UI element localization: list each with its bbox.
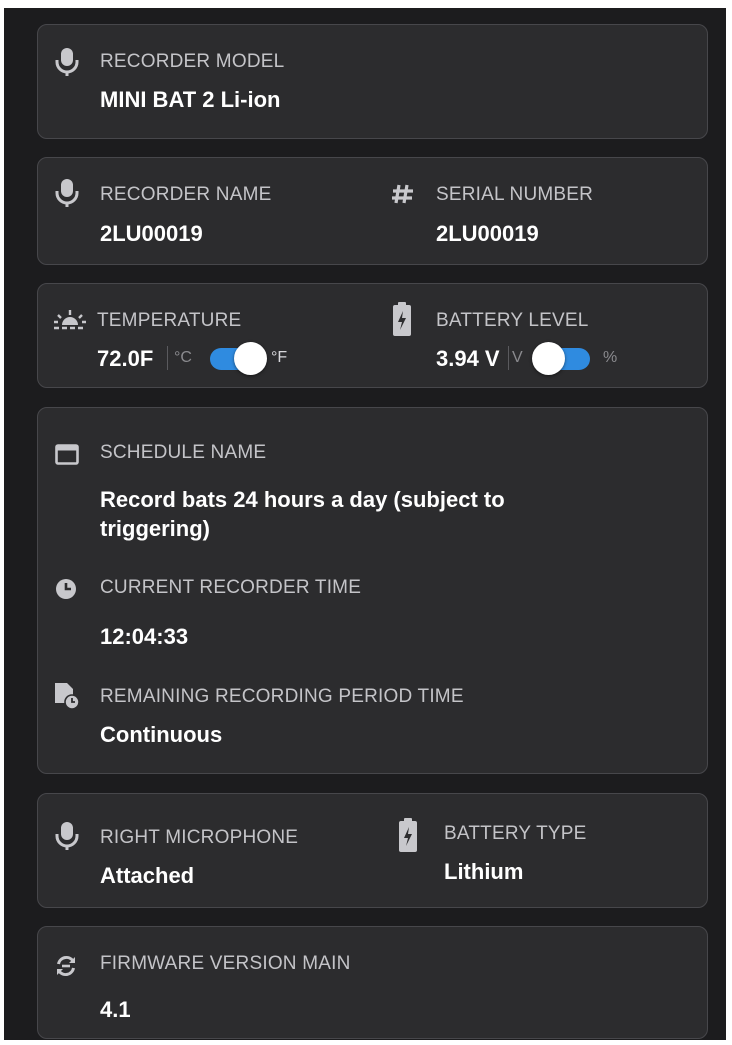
battery-unit-toggle[interactable]: [532, 342, 590, 375]
temperature-unit-toggle[interactable]: [210, 342, 267, 375]
current-time-label: CURRENT RECORDER TIME: [100, 577, 362, 598]
temperature-label: TEMPERATURE: [97, 310, 242, 331]
unit-separator: [508, 346, 509, 370]
battery-level-value: 3.94 V: [436, 346, 500, 371]
battery-type-value: Lithium: [444, 859, 524, 884]
temperature-unit-celsius[interactable]: °C: [174, 349, 192, 367]
right-microphone-label: RIGHT MICROPHONE: [100, 827, 299, 848]
battery-charging-icon: [399, 818, 417, 852]
sync-icon: [57, 955, 75, 977]
battery-unit-percent[interactable]: %: [603, 349, 617, 367]
microphone-icon: [55, 179, 79, 207]
temperature-value: 72.0F: [97, 346, 154, 371]
clock-icon: [56, 579, 76, 599]
microphone-icon: [55, 48, 79, 76]
hardware-card: RIGHT MICROPHONE Attached BATTERY TYPE L…: [37, 793, 708, 908]
right-microphone-value: Attached: [100, 863, 195, 888]
recorder-model-label: RECORDER MODEL: [100, 51, 285, 72]
toggle-knob: [532, 342, 565, 375]
toggle-knob: [234, 342, 267, 375]
sunrise-icon: [54, 310, 86, 330]
sensor-card: TEMPERATURE 72.0F °C °F BATTERY LEVEL 3.…: [37, 283, 708, 388]
recorder-name-value: 2LU00019: [100, 221, 203, 246]
remaining-time-value: Continuous: [100, 722, 223, 747]
schedule-name-value: Record bats 24 hours a day (subject to t…: [100, 487, 505, 541]
current-time-value: 12:04:33: [100, 624, 189, 649]
schedule-card: SCHEDULE NAME Record bats 24 hours a day…: [37, 407, 708, 774]
firmware-value: 4.1: [100, 997, 131, 1022]
schedule-name-label: SCHEDULE NAME: [100, 442, 267, 463]
temperature-unit-fahrenheit[interactable]: °F: [271, 349, 287, 367]
battery-type-label: BATTERY TYPE: [444, 823, 587, 844]
recorder-model-card: RECORDER MODEL MINI BAT 2 Li-ion: [37, 24, 708, 139]
serial-number-label: SERIAL NUMBER: [436, 184, 594, 205]
battery-charging-icon: [393, 302, 411, 336]
unit-separator: [167, 346, 168, 370]
remaining-time-label: REMAINING RECORDING PERIOD TIME: [100, 686, 464, 707]
serial-number-value: 2LU00019: [436, 221, 539, 246]
firmware-label: FIRMWARE VERSION MAIN: [100, 953, 351, 974]
recorder-model-value: MINI BAT 2 Li-ion: [100, 87, 281, 112]
microphone-icon: [55, 822, 79, 850]
calendar-icon: [55, 444, 79, 465]
recorder-identity-card: RECORDER NAME 2LU00019 SERIAL NUMBER 2LU…: [37, 157, 708, 265]
hashtag-icon: [392, 184, 413, 204]
battery-level-label: BATTERY LEVEL: [436, 310, 589, 331]
firmware-card: FIRMWARE VERSION MAIN 4.1: [37, 926, 708, 1039]
file-clock-icon: [55, 683, 80, 710]
recorder-name-label: RECORDER NAME: [100, 184, 272, 205]
battery-unit-volts[interactable]: V: [512, 349, 523, 367]
